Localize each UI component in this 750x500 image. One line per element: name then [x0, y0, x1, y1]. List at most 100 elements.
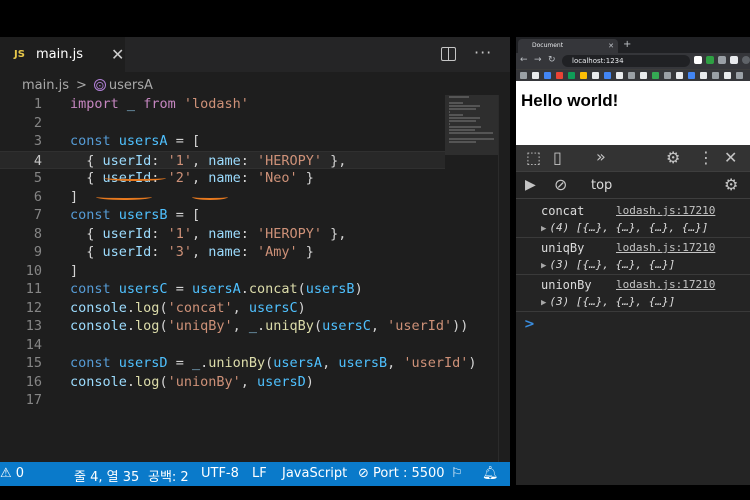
extension-icons	[694, 56, 750, 64]
reload-icon[interactable]: ↻	[548, 55, 556, 65]
expand-triangle-icon[interactable]: ▶	[541, 261, 546, 271]
bookmark-icon[interactable]	[604, 72, 611, 79]
more-tabs-icon[interactable]: »	[596, 149, 606, 165]
minimap-slider[interactable]	[445, 95, 498, 155]
split-editor-icon[interactable]	[441, 47, 456, 61]
bookmark-icon[interactable]	[736, 72, 743, 79]
code-line[interactable]: 16 console.log('unionBy', usersD)	[0, 373, 445, 392]
tab-main-js[interactable]: JS main.js ✕	[0, 37, 125, 72]
inspect-element-icon[interactable]: ⬚	[526, 150, 541, 166]
code-line[interactable]: 8 { userId: '1', name: 'HEROPY' },	[0, 225, 445, 244]
code-line[interactable]: 11 const usersC = usersA.concat(usersB)	[0, 280, 445, 299]
kebab-menu-icon[interactable]: ⋮	[698, 150, 714, 166]
log-source-link[interactable]: lodash.js:17210	[616, 241, 715, 254]
bookmark-icon[interactable]	[712, 72, 719, 79]
line-number: 1	[33, 96, 42, 112]
new-tab-icon[interactable]: +	[623, 39, 631, 50]
bookmarks-bar	[516, 69, 750, 81]
encoding-setting[interactable]: UTF-8	[201, 466, 239, 481]
code-line[interactable]: 4 { userId: '1', name: 'HEROPY' },	[0, 150, 445, 169]
cursor-position[interactable]: 줄 4, 열 35	[74, 466, 139, 485]
code-line[interactable]: 1 import _ from 'lodash'	[0, 95, 445, 114]
code-text: console.log('concat', usersC)	[70, 299, 306, 316]
context-selector[interactable]: top	[591, 178, 612, 193]
line-number: 16	[25, 373, 42, 390]
breadcrumb-symbol[interactable]: usersA	[109, 78, 153, 93]
code-line[interactable]: 14	[0, 336, 445, 355]
extension-icon[interactable]	[694, 56, 702, 64]
extension-icon[interactable]	[718, 56, 726, 64]
expand-triangle-icon[interactable]: ▶	[541, 298, 546, 308]
live-server-port[interactable]: ⊘ Port : 5500	[358, 466, 445, 481]
bookmark-icon[interactable]	[640, 72, 647, 79]
console-log-entry[interactable]: unionBy lodash.js:17210 ▶ (3) [{…}, {…}, {……	[516, 275, 750, 312]
extension-icon[interactable]	[730, 56, 738, 64]
bookmark-icon[interactable]	[556, 72, 563, 79]
log-source-link[interactable]: lodash.js:17210	[616, 278, 715, 291]
close-icon[interactable]: ✕	[111, 46, 124, 63]
code-line[interactable]: 17	[0, 391, 445, 410]
eol-setting[interactable]: LF	[252, 466, 267, 481]
bookmark-icon[interactable]	[688, 72, 695, 79]
bookmark-icon[interactable]	[544, 72, 551, 79]
code-line[interactable]: 2	[0, 114, 445, 133]
extension-icon[interactable]	[706, 56, 714, 64]
feedback-icon[interactable]: ⚐	[451, 466, 463, 481]
close-icon[interactable]: ✕	[724, 150, 737, 166]
code-editor[interactable]: JS main.js ✕ ··· main.js > ⊙ usersA 1 imp…	[0, 37, 510, 485]
log-value[interactable]: ▶ (4) [{…}, {…}, {…}, {…}]	[541, 221, 708, 234]
problems-indicator[interactable]: ⚠ 0	[0, 466, 24, 481]
bookmark-icon[interactable]	[592, 72, 599, 79]
close-icon[interactable]: ✕	[608, 39, 614, 53]
line-number: 9	[33, 244, 42, 260]
profile-avatar[interactable]	[742, 56, 750, 64]
expand-triangle-icon[interactable]: ▶	[541, 224, 546, 234]
bookmark-icon[interactable]	[700, 72, 707, 79]
indentation-setting[interactable]: 공백: 2	[148, 466, 189, 485]
console-log-entry[interactable]: uniqBy lodash.js:17210 ▶ (3) [{…}, {…}, {…}…	[516, 238, 750, 275]
browser-toolbar: ← → ↻ localhost:1234	[516, 53, 750, 69]
bookmark-icon[interactable]	[652, 72, 659, 79]
bookmark-icon[interactable]	[616, 72, 623, 79]
more-actions-icon[interactable]: ···	[474, 43, 492, 62]
bookmark-icon[interactable]	[664, 72, 671, 79]
gear-icon[interactable]: ⚙	[666, 150, 680, 166]
editor-scrollbar[interactable]	[498, 95, 510, 485]
line-number: 10	[25, 262, 42, 279]
breadcrumb-file[interactable]: main.js	[22, 78, 69, 93]
code-line[interactable]: 5 { userId: '2', name: 'Neo' }	[0, 169, 445, 188]
code-line[interactable]: 12 console.log('concat', usersC)	[0, 299, 445, 318]
javascript-file-icon: JS	[14, 49, 25, 60]
gear-icon[interactable]: ⚙	[724, 177, 738, 193]
language-mode[interactable]: JavaScript	[282, 466, 347, 481]
device-toolbar-icon[interactable]: ▯	[553, 150, 562, 166]
address-bar[interactable]: localhost:1234	[562, 55, 690, 67]
console-prompt[interactable]: >	[524, 317, 535, 332]
back-icon[interactable]: ←	[520, 55, 528, 65]
line-number: 15	[25, 355, 42, 371]
clear-console-icon[interactable]: ⊘	[554, 177, 567, 193]
bookmark-icon[interactable]	[724, 72, 731, 79]
bookmark-icon[interactable]	[532, 72, 539, 79]
log-value[interactable]: ▶ (3) [{…}, {…}, {…}]	[541, 258, 675, 271]
code-area[interactable]: 1 import _ from 'lodash' 2 3 const usersA = …	[0, 95, 477, 410]
bookmark-icon[interactable]	[520, 72, 527, 79]
code-line[interactable]: 7 const usersB = [	[0, 206, 445, 225]
code-line[interactable]: 15 const usersD = _.unionBy(usersA, users…	[0, 354, 477, 373]
notifications-icon[interactable]: 🔔︎	[482, 466, 499, 481]
log-source-link[interactable]: lodash.js:17210	[616, 204, 715, 217]
sidebar-toggle-icon[interactable]: ▶	[525, 178, 536, 192]
bookmark-icon[interactable]	[568, 72, 575, 79]
bookmark-icon[interactable]	[628, 72, 635, 79]
bookmark-icon[interactable]	[676, 72, 683, 79]
bookmark-icon[interactable]	[580, 72, 587, 79]
code-line[interactable]: 10]	[0, 262, 445, 281]
code-line[interactable]: 3 const usersA = [	[0, 132, 445, 151]
log-value[interactable]: ▶ (3) [{…}, {…}, {…}]	[541, 295, 675, 308]
forward-icon[interactable]: →	[534, 55, 542, 65]
code-line[interactable]: 13 console.log('uniqBy', _.uniqBy(usersC,…	[0, 317, 469, 336]
browser-tab[interactable]: Document ✕	[518, 39, 618, 53]
console-log-entry[interactable]: concat lodash.js:17210 ▶ (4) [{…}, {…}, {…}…	[516, 201, 750, 238]
line-number: 7	[33, 207, 42, 223]
code-line[interactable]: 9 { userId: '3', name: 'Amy' }	[0, 243, 445, 262]
